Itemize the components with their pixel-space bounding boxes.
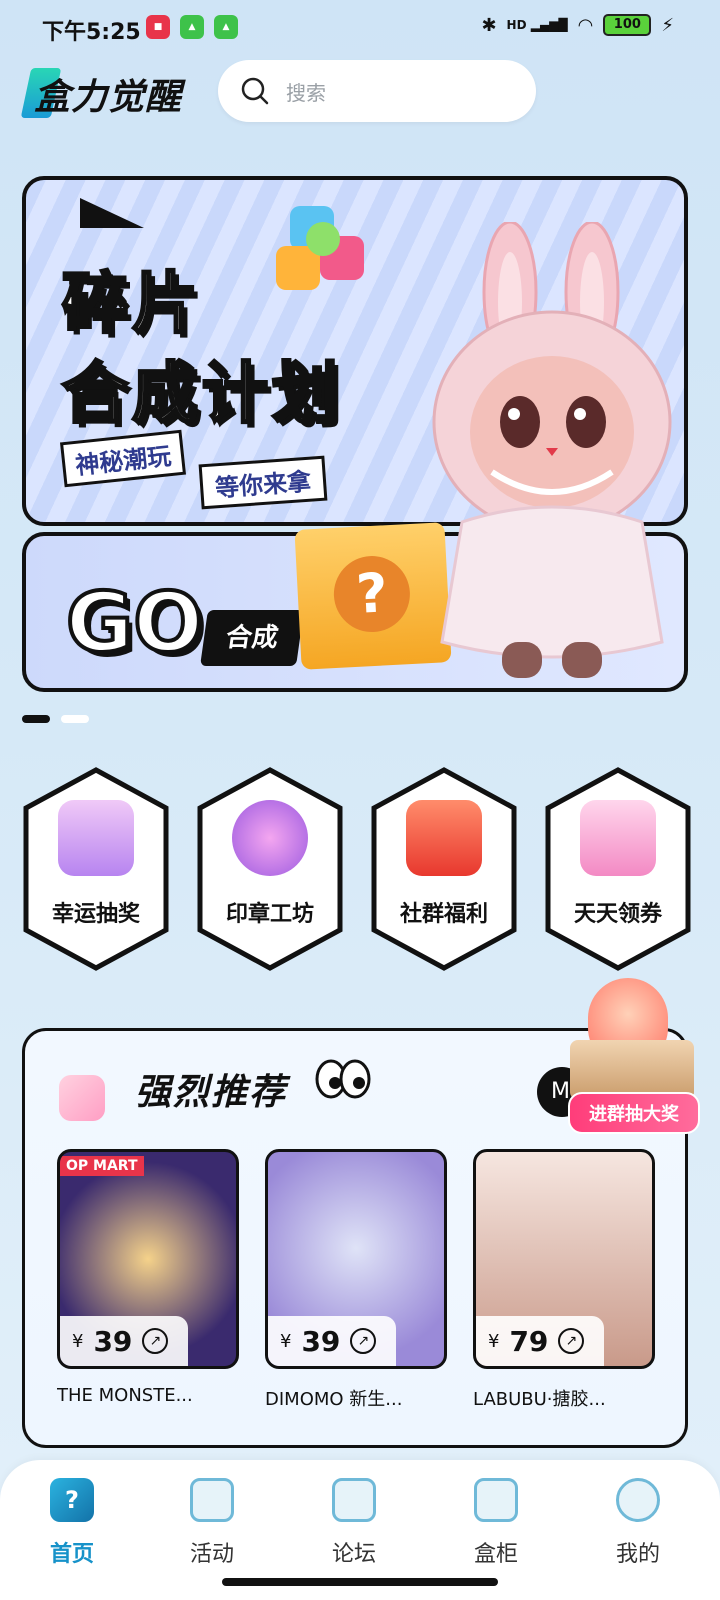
notification-app-icon: ■ (146, 15, 170, 39)
product-image: ¥ 79 ↗ (473, 1149, 655, 1369)
arrow-up-right-icon: ↗ (350, 1328, 377, 1354)
pagination-dot (61, 715, 90, 723)
product-name: LABUBU·搪胶... (473, 1389, 606, 1410)
product-price: ¥ 39 ↗ (268, 1316, 396, 1366)
status-time: 下午5:25 (42, 20, 141, 45)
nav-item-home[interactable]: ? 首页 (22, 1478, 122, 1568)
battery-icon: 100 (603, 14, 652, 36)
search-placeholder: 搜索 (286, 80, 326, 105)
product-card[interactable]: ¥ 39 ↗ DIMOMO 新生... (265, 1149, 447, 1411)
group-lottery-float-button[interactable]: 进群抽大奖 (552, 974, 712, 1144)
charging-icon: ⚡ (661, 14, 674, 36)
banner-go-text: GO (64, 574, 205, 673)
open-box-icon (570, 1040, 694, 1100)
banner-title-line2: 合成计划 (61, 354, 342, 434)
pagination-dot-active (22, 715, 50, 723)
banner-title-line1: 碎片 (61, 264, 202, 344)
product-price: ¥ 79 ↗ (476, 1316, 604, 1366)
quick-entry-label: 幸运抽奖 (51, 902, 140, 927)
brand-badge: OP MART (60, 1156, 144, 1176)
nav-item-activity[interactable]: 活动 (162, 1478, 262, 1568)
quick-entry-label: 天天领券 (573, 902, 662, 927)
quick-entry-stamp-workshop[interactable]: 印章工坊 (196, 766, 344, 972)
recommend-title: 强烈推荐 (135, 1072, 288, 1113)
product-card[interactable]: OP MART ¥ 39 ↗ THE MONSTE... (57, 1149, 239, 1406)
product-price: ¥ 39 ↗ (60, 1316, 188, 1366)
banner-slogan-2: 等你来拿 (198, 455, 328, 510)
diamond-badge-icon (232, 800, 308, 876)
red-envelope-icon (406, 800, 482, 876)
product-card[interactable]: ¥ 79 ↗ LABUBU·搪胶... (473, 1149, 655, 1411)
thumbs-up-icon (59, 1075, 105, 1121)
puzzle-icon (270, 206, 378, 306)
quick-entry-community-benefits[interactable]: 社群福利 (370, 766, 518, 972)
labubu-doll-image (432, 222, 672, 678)
box-cabinet-icon (474, 1478, 518, 1522)
nav-item-box-cabinet[interactable]: 盒柜 (446, 1478, 546, 1568)
bluetooth-icon: ✱ (481, 14, 497, 36)
activity-icon (190, 1478, 234, 1522)
wifi-icon: ◠ (577, 14, 594, 36)
quick-entry-label: 社群福利 (399, 902, 488, 927)
banner-triangle-decoration (80, 198, 144, 228)
shopping-cart-icon (580, 800, 656, 876)
hero-banner[interactable]: 碎片 合成计划 神秘潮玩 等你来拿 GO 合成 ? (22, 176, 688, 716)
search-icon (241, 77, 269, 105)
app-logo: 盒力觉醒 (20, 64, 196, 120)
signal-icon: HD ▂▄▆█ (506, 18, 568, 32)
product-name: DIMOMO 新生... (265, 1389, 403, 1410)
quick-entry-lucky-draw[interactable]: 幸运抽奖 (22, 766, 170, 972)
gesture-home-bar[interactable] (222, 1578, 498, 1586)
googly-eyes-icon (315, 1059, 371, 1099)
arrow-up-right-icon: ↗ (142, 1328, 169, 1354)
banner-slogan-1: 神秘潮玩 (59, 429, 187, 488)
gift-box-icon (58, 800, 134, 876)
status-bar: 下午5:25 ■ ▲ ▲ ✱ HD ▂▄▆█ ◠ 100 ⚡ (0, 0, 720, 56)
forum-icon (332, 1478, 376, 1522)
group-lottery-label: 进群抽大奖 (568, 1092, 700, 1134)
product-image: ¥ 39 ↗ (265, 1149, 447, 1369)
notification-android-icon: ▲ (214, 15, 238, 39)
banner-pagination (22, 708, 95, 727)
product-image: OP MART ¥ 39 ↗ (57, 1149, 239, 1369)
profile-icon (616, 1478, 660, 1522)
logo-text: 盒力觉醒 (34, 77, 183, 118)
nav-item-forum[interactable]: 论坛 (304, 1478, 404, 1568)
banner-slogan: 神秘潮玩 等你来拿 (48, 429, 448, 510)
quick-entries: 幸运抽奖 印章工坊 社群福利 天天领券 (22, 766, 698, 974)
nav-item-profile[interactable]: 我的 (588, 1478, 688, 1568)
quick-entry-daily-coupon[interactable]: 天天领券 (544, 766, 692, 972)
arrow-up-right-icon: ↗ (558, 1328, 585, 1354)
home-cube-icon: ? (50, 1478, 94, 1522)
compose-button[interactable]: 合成 (200, 610, 304, 666)
quick-entry-label: 印章工坊 (225, 902, 314, 927)
product-name: THE MONSTE... (57, 1385, 193, 1406)
notification-android-icon: ▲ (180, 15, 204, 39)
status-right-group: ✱ HD ▂▄▆█ ◠ 100 ⚡ (481, 14, 674, 36)
search-input[interactable]: 搜索 (218, 60, 536, 122)
